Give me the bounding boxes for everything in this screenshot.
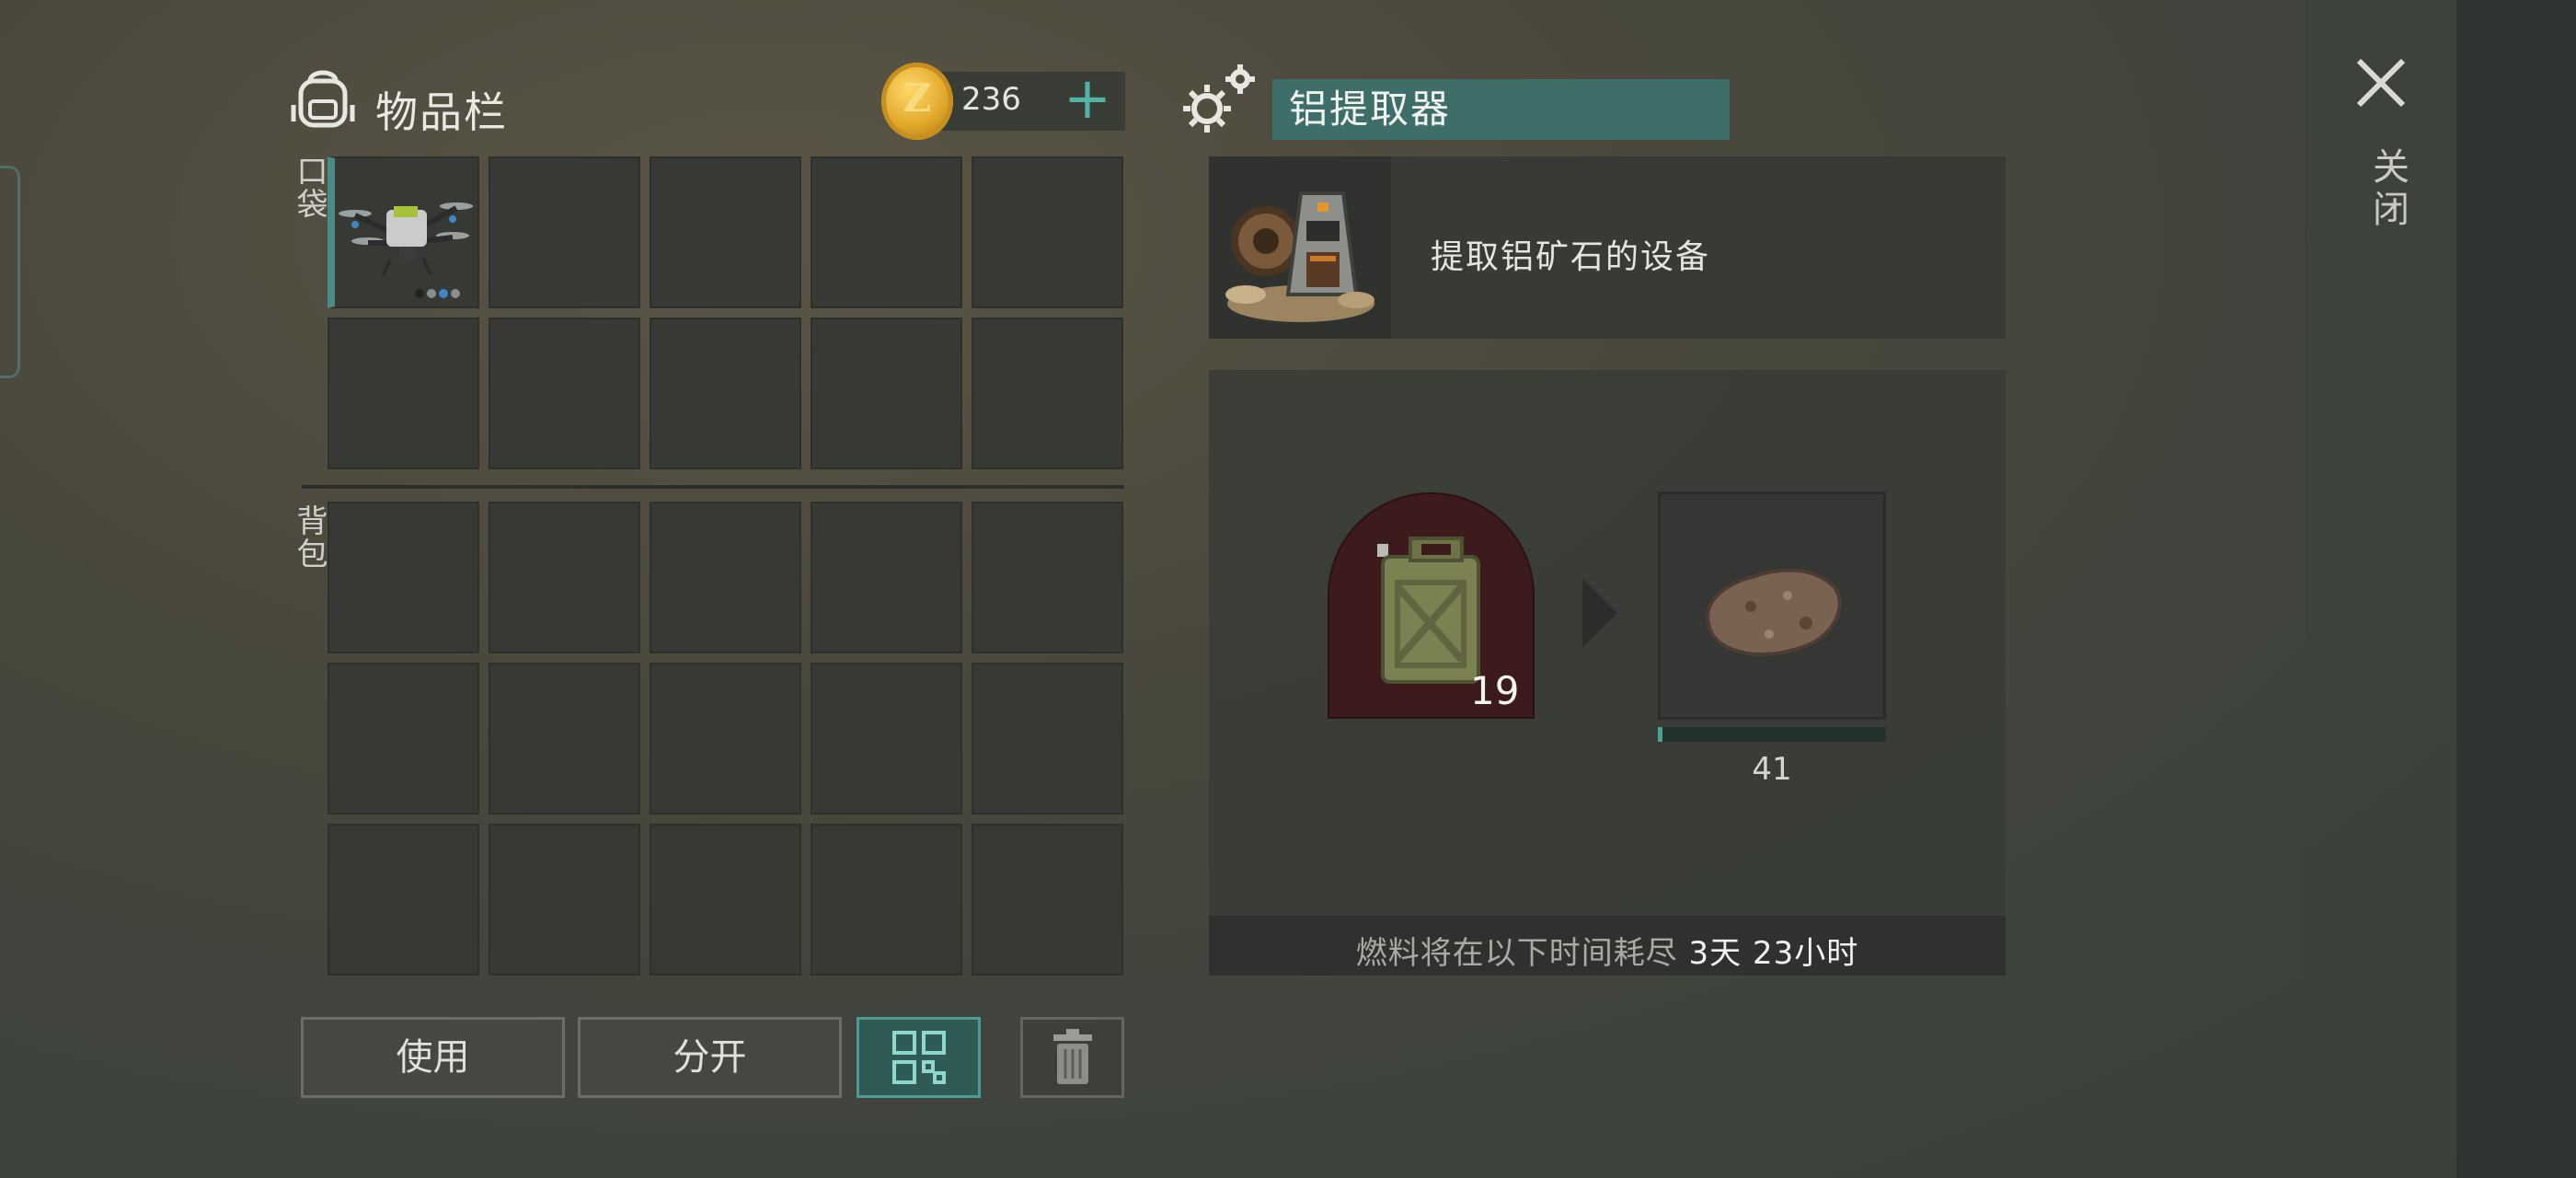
inventory-slot[interactable] <box>650 824 801 976</box>
drone-icon <box>339 202 473 298</box>
sort-icon <box>891 1031 946 1084</box>
pocket-label: 口袋 <box>291 155 328 221</box>
backpack-icon <box>291 70 355 128</box>
inventory-slot[interactable] <box>328 824 479 976</box>
inventory-slot-drone[interactable] <box>328 156 479 308</box>
edge-panel-background <box>2456 0 2576 1178</box>
inventory-slot[interactable] <box>972 156 1123 308</box>
inventory-slot[interactable] <box>972 824 1123 976</box>
gear-icon <box>1183 64 1255 133</box>
inventory-title: 物品栏 <box>375 87 508 137</box>
inventory-slot[interactable] <box>650 502 801 653</box>
close-icon[interactable] <box>2353 55 2409 110</box>
inventory-slot[interactable] <box>811 502 962 653</box>
close-button-label[interactable]: 关闭 <box>2361 147 2414 232</box>
section-divider <box>302 485 1124 489</box>
output-progress-bar <box>1658 727 1886 742</box>
add-coins-button[interactable]: + <box>1058 66 1117 131</box>
inventory-slot[interactable] <box>811 824 962 976</box>
use-button[interactable]: 使用 <box>301 1017 565 1098</box>
inventory-slot[interactable] <box>328 502 479 653</box>
crafter-title: 铝提取器 <box>1272 79 1730 140</box>
left-edge-handle[interactable] <box>0 166 20 378</box>
sort-button[interactable] <box>857 1017 981 1098</box>
trash-icon <box>1052 1029 1092 1084</box>
inventory-slot[interactable] <box>650 663 801 814</box>
inventory-slot[interactable] <box>328 318 479 469</box>
inventory-slot[interactable] <box>489 663 640 814</box>
pocket-grid <box>328 156 1123 469</box>
trash-button[interactable] <box>1020 1017 1124 1098</box>
inventory-slot[interactable] <box>650 318 801 469</box>
output-progress-fill <box>1658 727 1662 742</box>
fuel-status-prefix: 燃料将在以下时间耗尽 <box>1355 935 1678 972</box>
inventory-slot[interactable] <box>972 663 1123 814</box>
backpack-label: 背包 <box>291 504 328 571</box>
extractor-icon <box>1225 191 1374 322</box>
coin-icon: Z <box>881 63 953 140</box>
backpack-grid <box>328 502 1123 976</box>
fuel-count: 19 <box>1470 668 1520 713</box>
inventory-slot[interactable] <box>328 663 479 814</box>
inventory-slot[interactable] <box>811 663 962 814</box>
inventory-slot[interactable] <box>650 156 801 308</box>
crafter-thumbnail <box>1209 156 1391 339</box>
fuel-remaining-time: 3天 23小时 <box>1688 935 1859 972</box>
output-count: 41 <box>1752 751 1792 788</box>
inventory-slot[interactable] <box>489 502 640 653</box>
split-button[interactable]: 分开 <box>578 1017 842 1098</box>
inventory-slot[interactable] <box>489 318 640 469</box>
inventory-slot[interactable] <box>489 156 640 308</box>
crafter-description: 提取铝矿石的设备 <box>1431 238 1711 276</box>
coin-balance: 236 <box>961 81 1021 118</box>
output-slot[interactable] <box>1658 491 1886 720</box>
jerrycan-icon <box>1377 537 1480 684</box>
inventory-slot[interactable] <box>811 318 962 469</box>
inventory-slot[interactable] <box>811 156 962 308</box>
fuel-status-text: 燃料将在以下时间耗尽 3天 23小时 <box>1209 928 2006 973</box>
inventory-slot[interactable] <box>972 318 1123 469</box>
arrow-right-icon <box>1582 578 1617 648</box>
ore-icon <box>1706 568 1842 656</box>
inventory-slot[interactable] <box>489 824 640 976</box>
inventory-slot[interactable] <box>972 502 1123 653</box>
